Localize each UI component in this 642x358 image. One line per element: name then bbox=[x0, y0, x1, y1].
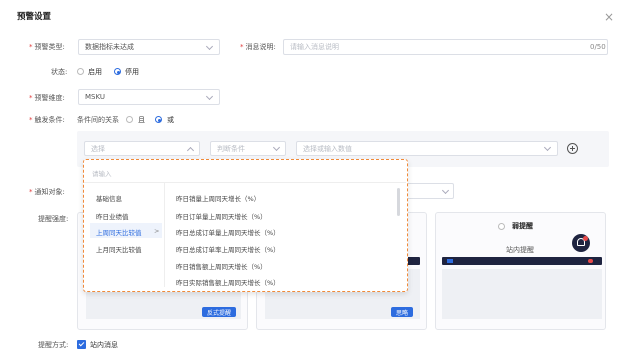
condition-operator-placeholder: 判断条件 bbox=[217, 145, 245, 153]
chevron-down-icon bbox=[205, 42, 214, 51]
dimension-value: MSKU bbox=[85, 93, 106, 101]
condition-value-select[interactable]: 选择或输入数值 bbox=[296, 141, 558, 156]
message-label: * 消息说明: bbox=[240, 43, 276, 51]
strength-card-weak[interactable]: 弱提醒 站内提醒 bbox=[435, 212, 606, 330]
card3-title: 弱提醒 bbox=[512, 222, 533, 230]
cascader-right-item[interactable]: 昨日总成订单率上周同天增长（%） bbox=[176, 244, 280, 254]
cascader-right-item[interactable]: 昨日总成订单量上周同天增长（%） bbox=[176, 227, 280, 237]
condition-value-placeholder: 选择或输入数值 bbox=[303, 145, 352, 153]
chevron-down-icon bbox=[441, 186, 450, 195]
message-input[interactable]: 请输入消息说明 0/50 bbox=[283, 39, 608, 55]
status-disable-radio[interactable] bbox=[114, 68, 121, 75]
condition-operator-select[interactable]: 判断条件 bbox=[210, 141, 286, 156]
dimension-select[interactable]: MSKU bbox=[78, 89, 220, 105]
dimension-label: * 预警维度: bbox=[29, 94, 65, 102]
status-enable-radio[interactable] bbox=[77, 68, 84, 75]
alert-type-value: 数据指标未达成 bbox=[85, 43, 134, 51]
cascader-scrollbar[interactable] bbox=[397, 188, 400, 216]
trigger-or-radio[interactable] bbox=[155, 116, 162, 123]
cascader-search-input[interactable]: 请输入 bbox=[92, 171, 112, 178]
trigger-and-label[interactable]: 且 bbox=[138, 117, 145, 124]
cascader-right-item[interactable]: 昨日销售额上周同天增长（%） bbox=[176, 261, 267, 271]
strength-label: 提醒强度: bbox=[38, 215, 69, 223]
status-label: 状态: bbox=[51, 68, 68, 76]
notify-select[interactable] bbox=[404, 183, 454, 199]
add-condition-icon[interactable] bbox=[567, 143, 578, 154]
cascader-right-item[interactable]: 昨日销量上周同天增长（%） bbox=[176, 193, 260, 203]
method-label: 提醒方式: bbox=[38, 341, 69, 349]
alert-type-label: * 预警类型: bbox=[29, 43, 65, 51]
trigger-relation-label: 条件间的关系 bbox=[77, 116, 119, 124]
message-counter: 0/50 bbox=[590, 43, 606, 51]
cascader-right-item[interactable]: 昨日订单量上周同天增长（%） bbox=[176, 211, 267, 221]
chevron-down-icon bbox=[543, 143, 552, 152]
cascader-left-item-label: 上周同天比较值 bbox=[96, 229, 142, 237]
alert-type-select[interactable]: 数据指标未达成 bbox=[78, 39, 220, 55]
card-preview-area bbox=[442, 269, 602, 319]
card1-button[interactable]: 反式提醒 bbox=[202, 307, 236, 317]
card-preview-bar bbox=[442, 257, 602, 265]
notify-label: * 通知对象: bbox=[29, 188, 65, 196]
chevron-up-icon bbox=[186, 146, 195, 155]
condition-field-placeholder: 选择 bbox=[91, 145, 105, 153]
cascader-right-item[interactable]: 昨日实际销售额上周同天增长（%） bbox=[176, 277, 280, 287]
cascader-divider bbox=[84, 182, 406, 183]
trigger-and-radio[interactable] bbox=[126, 116, 133, 123]
chevron-down-icon bbox=[272, 143, 281, 152]
cascader-left-item[interactable]: 基础信息 bbox=[96, 193, 122, 203]
check-icon bbox=[78, 340, 85, 347]
dialog-title: 预警设置 bbox=[17, 12, 52, 22]
cascader-left-item[interactable]: 昨日业绩值 bbox=[96, 211, 129, 221]
card3-subtitle: 站内提醒 bbox=[506, 246, 534, 254]
cascader-column-divider bbox=[164, 183, 165, 287]
notification-bell-icon bbox=[572, 234, 590, 252]
trigger-or-label[interactable]: 或 bbox=[167, 117, 174, 124]
method-checkbox[interactable] bbox=[77, 340, 86, 349]
message-placeholder: 请输入消息说明 bbox=[290, 43, 339, 51]
chevron-down-icon bbox=[205, 92, 214, 101]
status-disable-label[interactable]: 停用 bbox=[125, 69, 139, 76]
cascader-popup: 请输入 基础信息 昨日业绩值 上周同天比较值 > 上月同天比较值 昨日销量上周同… bbox=[83, 159, 408, 292]
bell-icon bbox=[588, 259, 593, 263]
cascader-left-item[interactable]: 上月同天比较值 bbox=[96, 244, 142, 254]
cascader-left-item-selected[interactable]: 上周同天比较值 > bbox=[90, 223, 162, 238]
card3-radio[interactable] bbox=[498, 223, 505, 230]
status-enable-label[interactable]: 启用 bbox=[88, 69, 102, 76]
method-checkbox-label[interactable]: 站内消息 bbox=[90, 342, 118, 349]
card2-button[interactable]: 思略 bbox=[391, 307, 413, 317]
close-icon[interactable]: × bbox=[604, 11, 614, 23]
condition-field-select[interactable]: 选择 bbox=[84, 141, 200, 156]
chevron-right-icon: > bbox=[154, 227, 160, 235]
card-bar-indicator bbox=[447, 259, 453, 263]
trigger-label: * 触发条件: bbox=[29, 116, 65, 124]
